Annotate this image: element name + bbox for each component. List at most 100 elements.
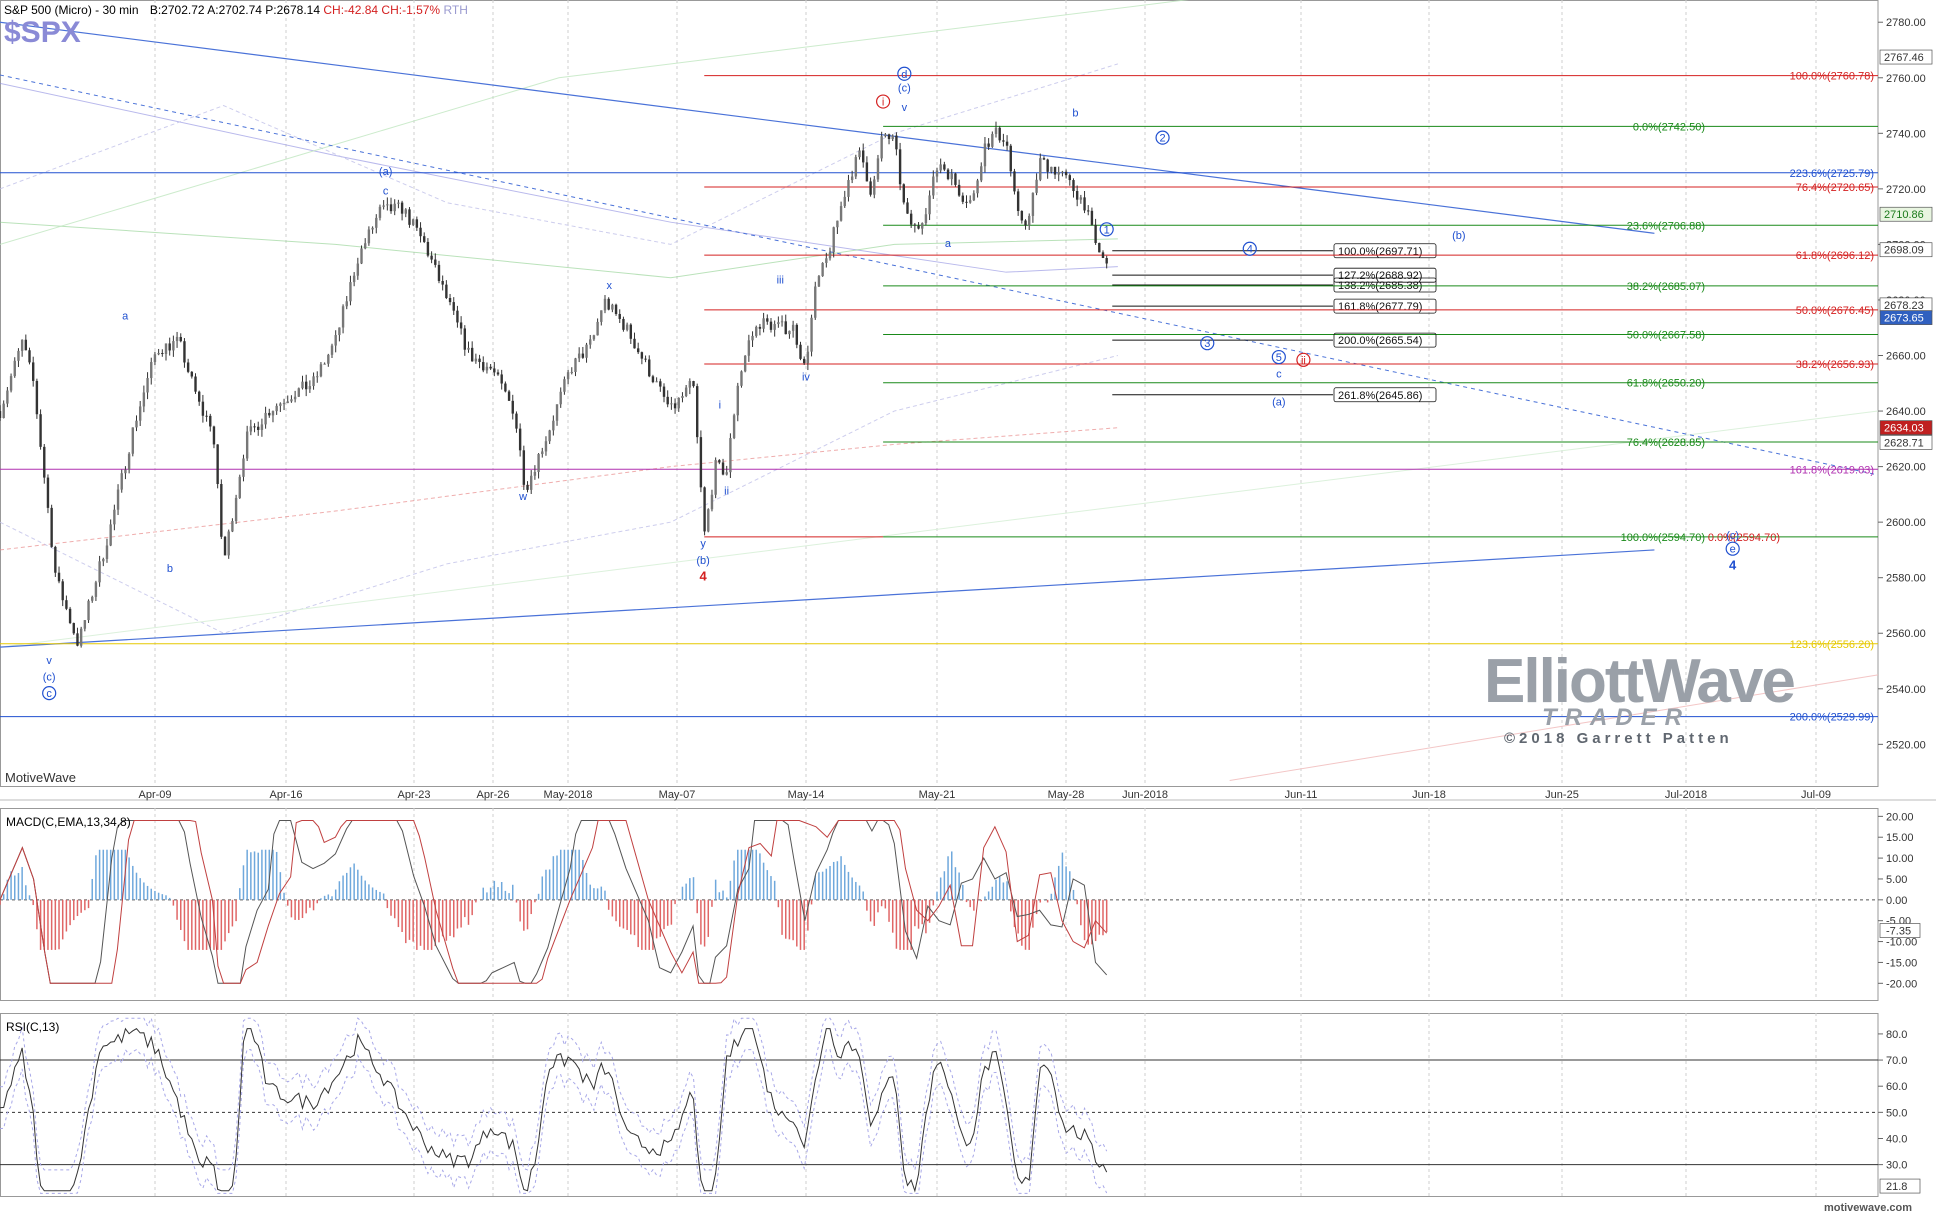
- candle-body: [452, 302, 455, 311]
- candle-body: [692, 381, 695, 387]
- candle-body: [755, 326, 758, 336]
- candle-body: [696, 386, 699, 438]
- candle-body: [493, 368, 496, 373]
- y-tick-label: 2640.00: [1886, 406, 1926, 418]
- candle-body: [577, 353, 581, 359]
- fib-label: 38.2%(2656.93): [1796, 359, 1874, 371]
- candle-body: [906, 202, 909, 214]
- chart-header: S&P 500 (Micro) - 30 min B:2702.72 A:270…: [4, 3, 468, 17]
- candle-body: [828, 252, 832, 259]
- candle-body: [939, 164, 942, 171]
- x-tick-label: Jul-2018: [1665, 789, 1707, 801]
- candle-body: [482, 362, 485, 371]
- candle-body: [876, 158, 880, 180]
- candle-body: [607, 298, 610, 310]
- candle-body: [622, 318, 625, 330]
- candle-body: [345, 301, 348, 307]
- wave-label: c: [46, 688, 52, 700]
- x-tick-label: Apr-26: [476, 789, 509, 801]
- candle-body: [400, 202, 404, 214]
- candle-body: [1101, 252, 1105, 259]
- candle-body: [2, 403, 5, 418]
- axis-price-box-label: 2634.03: [1884, 423, 1924, 435]
- x-tick-label: May-14: [788, 789, 825, 801]
- candle-body: [847, 180, 850, 197]
- candle-body: [932, 176, 935, 196]
- site-label: motivewave.com: [1823, 1202, 1912, 1214]
- wave-label: 2: [1160, 133, 1166, 145]
- wave-label: d: [901, 69, 907, 81]
- candle-body: [312, 376, 315, 387]
- candle-body: [614, 304, 618, 314]
- candle-body: [6, 390, 9, 404]
- candle-body: [987, 143, 990, 147]
- candle-body: [304, 381, 308, 390]
- candle-body: [116, 489, 120, 510]
- candle-body: [238, 476, 241, 498]
- price-value: P:2678.14: [265, 3, 321, 17]
- candle-body: [843, 196, 846, 207]
- candle-body: [636, 348, 640, 353]
- candle-body: [1098, 242, 1101, 253]
- candle-body: [570, 371, 573, 373]
- candle-body: [825, 258, 828, 263]
- candle-body: [769, 321, 773, 330]
- candle-body: [437, 264, 441, 281]
- macd-y-tick-label: 10.00: [1886, 853, 1914, 865]
- candle-body: [1016, 191, 1020, 211]
- candle-body: [909, 213, 913, 225]
- y-tick-label: 2740.00: [1886, 128, 1926, 140]
- candle-body: [659, 381, 662, 387]
- candle-body: [629, 324, 633, 339]
- candle-body: [1013, 171, 1016, 192]
- wave-label: 4: [700, 568, 708, 583]
- extension-label: 261.8%(2645.86): [1338, 390, 1422, 402]
- rsi-y-tick-label: 80.0: [1886, 1029, 1907, 1041]
- fib-label: 0.0%(2742.50): [1633, 121, 1705, 133]
- candle-body: [1028, 215, 1031, 226]
- candle-body: [57, 572, 61, 582]
- candle-body: [766, 318, 769, 322]
- extension-label: 161.8%(2677.79): [1338, 301, 1422, 313]
- candle-body: [817, 276, 821, 287]
- candle-body: [928, 195, 931, 215]
- axis-price-box-label: 2767.46: [1884, 52, 1924, 64]
- candle-body: [729, 438, 732, 473]
- candle-body: [212, 426, 216, 445]
- candle-body: [13, 360, 16, 377]
- candle-body: [644, 358, 647, 360]
- candle-body: [430, 255, 433, 260]
- candle-body: [725, 472, 728, 475]
- candle-body: [290, 399, 293, 402]
- candle-body: [1042, 158, 1046, 160]
- candle-body: [334, 335, 337, 346]
- candle-body: [459, 322, 463, 329]
- candle-body: [338, 327, 341, 336]
- x-tick-label: May-07: [659, 789, 696, 801]
- rsi-y-tick-label: 70.0: [1886, 1055, 1907, 1067]
- candle-body: [541, 451, 544, 455]
- rsi-y-tick-label: 30.0: [1886, 1160, 1907, 1172]
- candle-body: [810, 317, 813, 352]
- candle-body: [880, 136, 883, 159]
- candle-body: [371, 227, 374, 230]
- candle-body: [566, 372, 570, 380]
- extension-label: 100.0%(2697.71): [1338, 246, 1422, 258]
- candle-body: [61, 581, 64, 601]
- candle-body: [109, 524, 112, 546]
- wave-label: (c): [898, 83, 911, 95]
- candle-body: [175, 336, 179, 342]
- wave-label: 3: [1204, 338, 1210, 350]
- candle-body: [972, 193, 976, 201]
- candle-body: [411, 219, 415, 225]
- candle-body: [183, 341, 186, 363]
- ask-value: A:2702.74: [207, 3, 262, 17]
- wave-label: y: [700, 538, 706, 550]
- candle-body: [264, 412, 267, 425]
- candle-body: [1031, 192, 1035, 216]
- candle-body: [68, 608, 72, 624]
- candle-body: [105, 545, 109, 559]
- candle-body: [46, 477, 50, 508]
- candle-body: [419, 227, 422, 237]
- candle-body: [891, 135, 894, 140]
